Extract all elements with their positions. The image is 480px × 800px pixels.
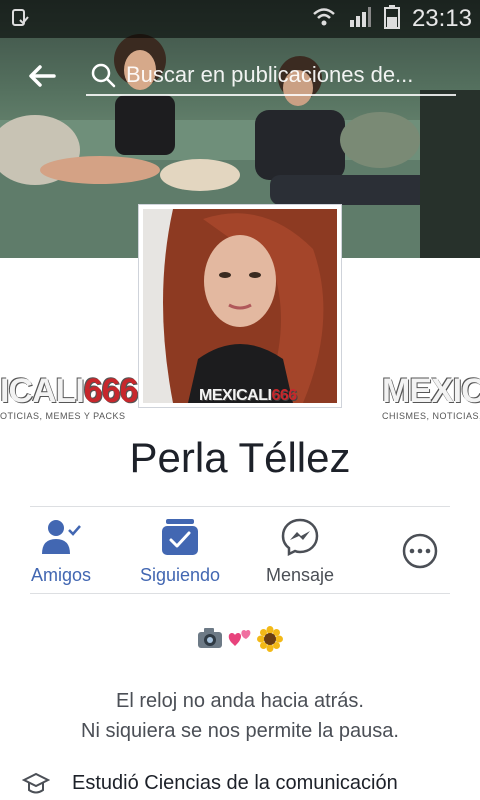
profile-portrait [143, 209, 337, 403]
watermark-left: ICALI666 OTICIAS, MEMES Y PACKS [0, 372, 139, 421]
graduation-cap-icon [22, 770, 51, 798]
signal-icon [348, 6, 372, 33]
education-row[interactable]: Estudió Ciencias de la comunicación [22, 770, 480, 800]
friends-button[interactable]: Amigos [30, 517, 92, 586]
search-bar: Buscar en publicaciones de... [0, 52, 480, 100]
search-icon [90, 62, 116, 88]
friends-check-icon [30, 517, 92, 557]
bio-line-1: El reloj no anda hacia atrás. [116, 690, 364, 712]
wifi-icon [312, 6, 336, 33]
camera-icon [197, 626, 223, 654]
watermark-right: MEXICALI CHISMES, NOTICIAS, ME [382, 372, 480, 421]
bio-line-2: Ni siquiera se nos permite la pausa. [81, 720, 399, 742]
two-hearts-icon [227, 626, 253, 654]
profile-watermark: MEXICALI666 [199, 387, 297, 403]
messenger-icon [264, 517, 336, 557]
search-input[interactable]: Buscar en publicaciones de... [86, 56, 456, 96]
profile-action-bar: Amigos Siguiendo Mensaje [30, 506, 450, 594]
following-feed-icon [138, 517, 222, 557]
sunflower-icon [257, 626, 283, 654]
education-text: Estudió Ciencias de la comunicación [72, 772, 398, 794]
search-placeholder: Buscar en publicaciones de... [126, 62, 414, 87]
bio-text: El reloj no anda hacia atrás. Ni siquier… [0, 686, 480, 746]
bio-emojis [0, 626, 480, 654]
back-arrow-icon[interactable] [26, 60, 58, 92]
clock: 23:13 [411, 5, 472, 32]
profile-picture[interactable]: MEXICALI666 [138, 204, 342, 408]
profile-name: Perla Téllez [129, 434, 351, 481]
message-button[interactable]: Mensaje [264, 517, 336, 586]
following-button[interactable]: Siguiendo [138, 517, 222, 586]
screenshot-notification-icon [10, 8, 30, 28]
more-options-icon [400, 531, 440, 571]
battery-icon [383, 4, 400, 34]
status-bar: 23:13 [0, 0, 480, 38]
more-options-button[interactable] [400, 531, 440, 571]
